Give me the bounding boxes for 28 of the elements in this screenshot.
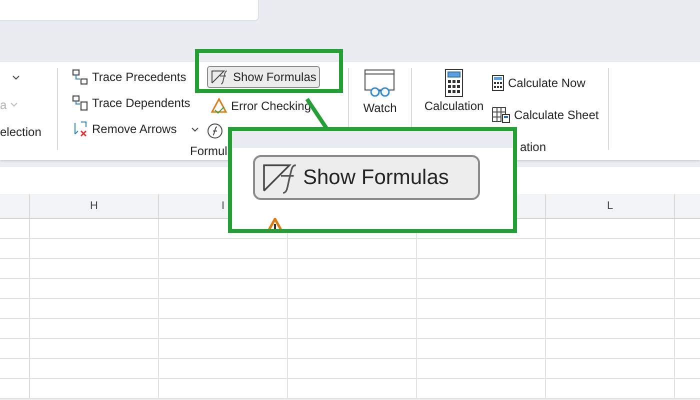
ribbon-button[interactable]: Error Checking: [207, 95, 316, 117]
formula-icon: [211, 69, 229, 85]
remove-arrows-icon: [72, 121, 88, 137]
group-label: ation: [519, 140, 548, 156]
ribbon-button[interactable]: Remove Arrows: [68, 118, 181, 140]
calculator-icon: [492, 75, 504, 91]
column-header[interactable]: I: [221, 200, 225, 212]
group-label: Formul: [189, 144, 228, 160]
column-header[interactable]: H: [90, 200, 98, 212]
ribbon-button[interactable]: Trace Dependents: [68, 92, 194, 114]
calculation-options-button[interactable]: Calculation: [420, 62, 488, 124]
warning-icon: [211, 98, 227, 114]
ribbon-button[interactable]: Trace Precedents: [68, 66, 190, 88]
ribbon-button[interactable]: Calculate Sheet: [488, 104, 603, 126]
caret-icon[interactable]: [12, 75, 20, 80]
caret-icon[interactable]: [190, 126, 199, 132]
ribbon-button[interactable]: Calculate Now: [488, 72, 603, 94]
trace-dependents-icon: [72, 95, 88, 111]
watch-window-button[interactable]: Watch: [349, 62, 411, 124]
ribbon-button[interactable]: election: [0, 124, 42, 138]
ribbon-button[interactable]: Show Formulas: [207, 66, 320, 88]
watch-window-icon: [364, 69, 396, 99]
show-formulas-button[interactable]: Show Formulas: [253, 155, 480, 200]
trace-precedents-icon: [72, 69, 88, 85]
calculator-icon: [445, 69, 463, 97]
sheet-calculator-icon: [492, 107, 510, 123]
column-header[interactable]: L: [606, 200, 614, 212]
formula-icon: [207, 123, 223, 139]
